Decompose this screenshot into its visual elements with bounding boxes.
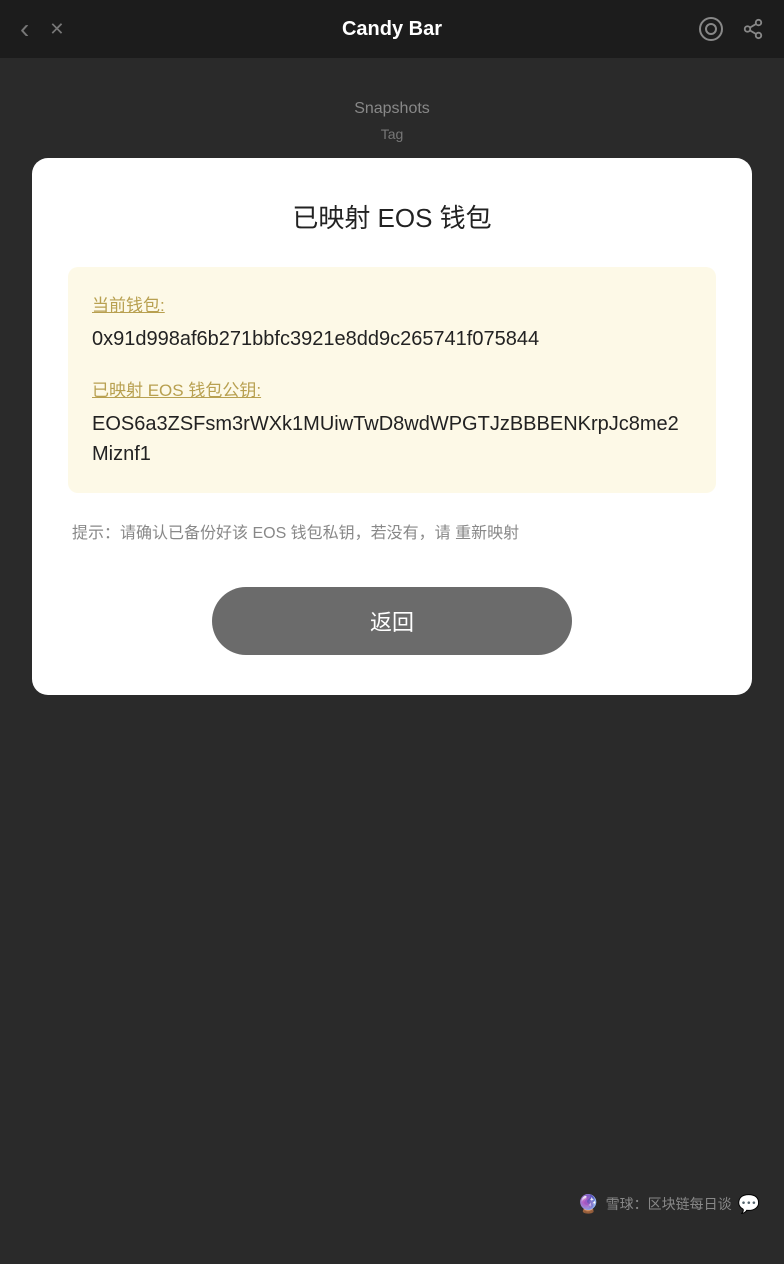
scan-icon[interactable] (698, 16, 724, 42)
share-icon[interactable] (742, 18, 764, 40)
spacer-top: Snapshots Tag (0, 58, 784, 158)
eos-value: EOS6a3ZSFsm3rWXk1MUiwTwD8wdWPGTJzBBBENKr… (92, 409, 692, 469)
hint-text: 提示：请确认已备份好该 EOS 钱包私钥，若没有，请 重新映射 (68, 521, 716, 547)
main-card: 已映射 EOS 钱包 当前钱包: 0x91d998af6b271bbfc3921… (32, 158, 752, 695)
watermark: 🔮 雪球：区块链每日谈 💬 (577, 1194, 760, 1215)
return-button[interactable]: 返回 (212, 587, 572, 655)
wallet-label: 当前钱包: (92, 291, 692, 316)
dark-top-label: Snapshots (354, 100, 430, 118)
eos-label: 已映射 EOS 钱包公钥: (92, 376, 692, 401)
watermark-icon-wechat: 💬 (738, 1194, 760, 1215)
nav-right (698, 16, 764, 42)
nav-left (20, 13, 64, 45)
watermark-icon-xueqiu: 🔮 (577, 1194, 599, 1215)
close-button[interactable] (49, 18, 64, 41)
dark-sub-label: Tag (381, 126, 404, 142)
bottom-area: 🔮 雪球：区块链每日谈 💬 (0, 1144, 784, 1264)
card-title: 已映射 EOS 钱包 (68, 198, 716, 235)
info-box: 当前钱包: 0x91d998af6b271bbfc3921e8dd9c26574… (68, 267, 716, 493)
page-wrapper: Candy Bar Snapshots Tag 已映射 EOS 钱包 (0, 0, 784, 1264)
nav-bar: Candy Bar (0, 0, 784, 58)
watermark-text: 雪球：区块链每日谈 (606, 1194, 732, 1214)
back-button[interactable] (20, 13, 29, 45)
page-title: Candy Bar (342, 18, 442, 41)
wallet-value: 0x91d998af6b271bbfc3921e8dd9c265741f0758… (92, 324, 692, 354)
